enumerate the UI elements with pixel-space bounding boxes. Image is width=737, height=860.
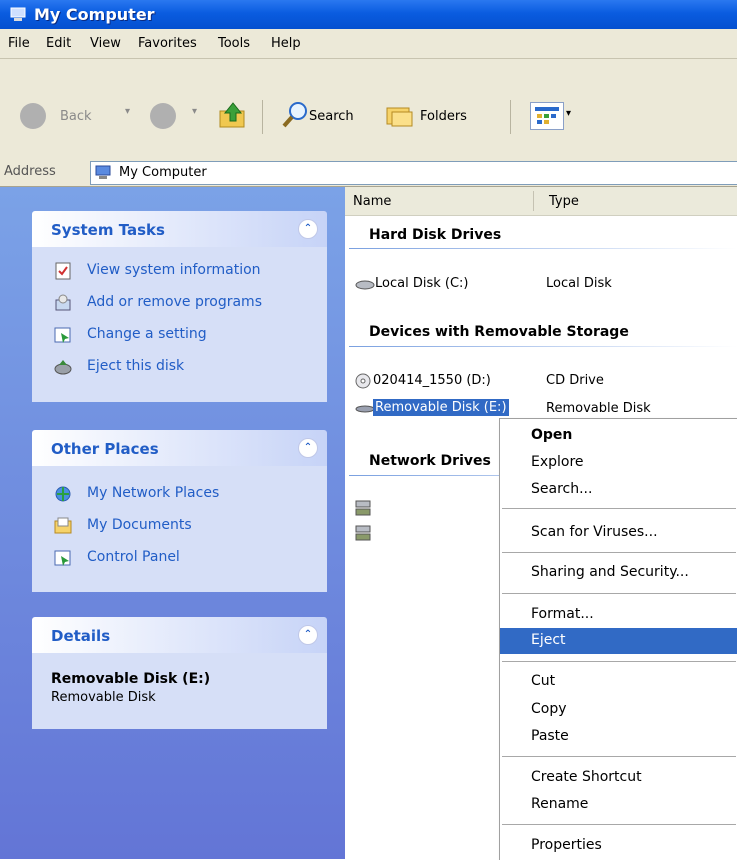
control-panel-icon: [54, 550, 71, 566]
control-panel-icon: [54, 327, 71, 343]
folders-label: Folders: [420, 109, 467, 124]
my-computer-icon: [95, 165, 111, 179]
ctx-explore[interactable]: Explore: [500, 450, 737, 476]
ctx-eject[interactable]: Eject: [500, 628, 737, 654]
window-title: My Computer: [34, 5, 155, 24]
ctx-format[interactable]: Format...: [500, 602, 737, 628]
group-network-drives: Network Drives: [369, 453, 491, 469]
ctx-create-shortcut[interactable]: Create Shortcut: [500, 765, 737, 791]
group-divider: [349, 346, 737, 347]
cd-drive-icon: [355, 373, 371, 389]
collapse-chevron-icon[interactable]: ⌃: [298, 625, 318, 645]
back-dropdown-icon[interactable]: ▾: [125, 106, 130, 117]
other-places-body: My Network Places My Documents Control P…: [32, 466, 327, 592]
search-icon: [282, 102, 307, 128]
menu-separator: [502, 824, 736, 825]
drive-name: 020414_1550 (D:): [373, 373, 491, 388]
network-drive-icon[interactable]: [354, 524, 374, 542]
drive-type: CD Drive: [546, 373, 604, 388]
menu-view[interactable]: View: [90, 36, 121, 51]
menu-help[interactable]: Help: [271, 36, 301, 51]
forward-button[interactable]: [150, 103, 176, 129]
ctx-open[interactable]: Open: [500, 423, 737, 449]
system-info-icon: [55, 262, 71, 280]
details-header[interactable]: Details ⌃: [32, 617, 327, 653]
ctx-paste[interactable]: Paste: [500, 724, 737, 750]
ctx-cut[interactable]: Cut: [500, 669, 737, 695]
details-item-name: Removable Disk (E:): [51, 671, 211, 687]
system-tasks-title: System Tasks: [51, 221, 165, 239]
drive-type: Removable Disk: [546, 401, 651, 416]
views-button[interactable]: [530, 102, 564, 130]
back-arrow-icon: [20, 103, 46, 129]
ctx-search[interactable]: Search...: [500, 477, 737, 503]
menu-separator: [502, 756, 736, 757]
views-grid-icon: [535, 107, 559, 124]
my-computer-icon: [10, 7, 26, 21]
address-label: Address: [4, 164, 56, 179]
network-drive-icon[interactable]: [354, 499, 374, 517]
other-places-title: Other Places: [51, 440, 159, 458]
menu-edit[interactable]: Edit: [46, 36, 71, 51]
column-divider[interactable]: [533, 191, 534, 211]
menu-separator: [502, 593, 736, 594]
address-field[interactable]: My Computer: [90, 161, 737, 185]
drive-type: Local Disk: [546, 276, 612, 291]
group-removable-storage: Devices with Removable Storage: [369, 324, 629, 340]
toolbar-separator: [262, 100, 263, 134]
menu-file[interactable]: File: [8, 36, 30, 51]
ctx-sharing-security[interactable]: Sharing and Security...: [500, 560, 737, 586]
add-remove-programs-icon: [55, 294, 71, 311]
title-bar: My Computer: [0, 0, 737, 29]
details-item-type: Removable Disk: [51, 690, 156, 705]
ctx-copy[interactable]: Copy: [500, 697, 737, 723]
details-body: Removable Disk (E:) Removable Disk: [32, 653, 327, 729]
back-label: Back: [60, 109, 92, 124]
menu-bar: File Edit View Favorites Tools Help: [0, 29, 737, 59]
removable-disk-icon: [355, 405, 375, 413]
ctx-rename[interactable]: Rename: [500, 792, 737, 818]
ctx-scan-for-viruses[interactable]: Scan for Viruses...: [500, 520, 737, 546]
up-folder-icon[interactable]: [218, 101, 248, 129]
menu-favorites[interactable]: Favorites: [138, 36, 197, 51]
eject-disk-icon: [54, 360, 72, 375]
context-menu: Open Explore Search... Scan for Viruses.…: [499, 418, 737, 860]
menu-tools[interactable]: Tools: [218, 36, 250, 51]
column-header: Name Type: [345, 187, 737, 216]
toolbar-separator: [510, 100, 511, 134]
menu-separator: [502, 661, 736, 662]
search-label: Search: [309, 109, 354, 124]
group-hard-disk-drives: Hard Disk Drives: [369, 227, 502, 243]
address-bar: Address My Computer: [0, 158, 737, 187]
drive-name-selected: Removable Disk (E:): [373, 399, 509, 416]
menu-separator: [502, 508, 736, 509]
collapse-chevron-icon[interactable]: ⌃: [298, 438, 318, 458]
ctx-properties[interactable]: Properties: [500, 833, 737, 859]
collapse-chevron-icon[interactable]: ⌃: [298, 219, 318, 239]
system-tasks-body: View system information Add or remove pr…: [32, 247, 327, 402]
menu-separator: [502, 552, 736, 553]
column-name[interactable]: Name: [353, 194, 391, 209]
group-divider: [349, 248, 737, 249]
drive-name: Local Disk (C:): [375, 276, 469, 291]
address-value: My Computer: [119, 165, 207, 180]
system-tasks-header[interactable]: System Tasks ⌃: [32, 211, 327, 247]
folders-icon: [386, 107, 413, 127]
forward-dropdown-icon[interactable]: ▾: [192, 106, 197, 117]
other-places-header[interactable]: Other Places ⌃: [32, 430, 327, 466]
toolbar: [0, 59, 737, 161]
details-title: Details: [51, 627, 111, 645]
column-type[interactable]: Type: [549, 194, 579, 209]
views-dropdown-icon[interactable]: ▾: [566, 108, 571, 119]
my-documents-icon: [54, 517, 72, 534]
hard-disk-icon: [355, 280, 375, 290]
task-pane: System Tasks ⌃ View system information A…: [0, 187, 345, 859]
network-places-icon: [55, 486, 71, 502]
